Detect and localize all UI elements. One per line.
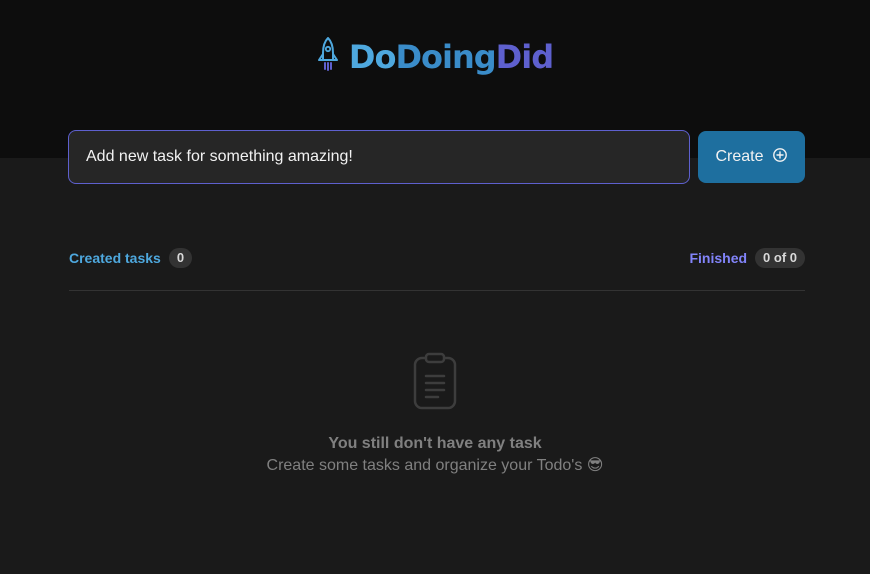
created-tasks-counter: Created tasks 0 (69, 248, 193, 268)
divider (69, 290, 805, 291)
title-part-did: Did (495, 37, 554, 76)
app-title: DoDoingDid (348, 37, 554, 77)
plus-circle-icon (772, 147, 788, 168)
empty-state-title: You still don't have any task (328, 435, 542, 452)
create-button[interactable]: Create (698, 131, 805, 183)
title-part-do: Do (348, 37, 397, 76)
empty-state-subtitle: Create some tasks and organize your Todo… (266, 457, 604, 474)
logo: DoDoingDid (0, 36, 870, 77)
task-counters: Created tasks 0 Finished 0 of 0 (69, 247, 805, 269)
title-part-doing: Doing (395, 37, 496, 76)
clipboard-icon (413, 352, 457, 415)
created-tasks-badge: 0 (168, 248, 193, 268)
create-button-label: Create (715, 148, 764, 165)
new-task-input[interactable] (68, 130, 690, 184)
rocket-icon (317, 36, 339, 77)
finished-tasks-label: Finished (689, 250, 748, 266)
finished-tasks-badge: 0 of 0 (755, 248, 805, 268)
new-task-form: Create (68, 130, 805, 186)
finished-tasks-counter: Finished 0 of 0 (689, 248, 805, 268)
empty-state: You still don't have any task Create som… (0, 352, 870, 477)
created-tasks-label: Created tasks (69, 250, 161, 266)
